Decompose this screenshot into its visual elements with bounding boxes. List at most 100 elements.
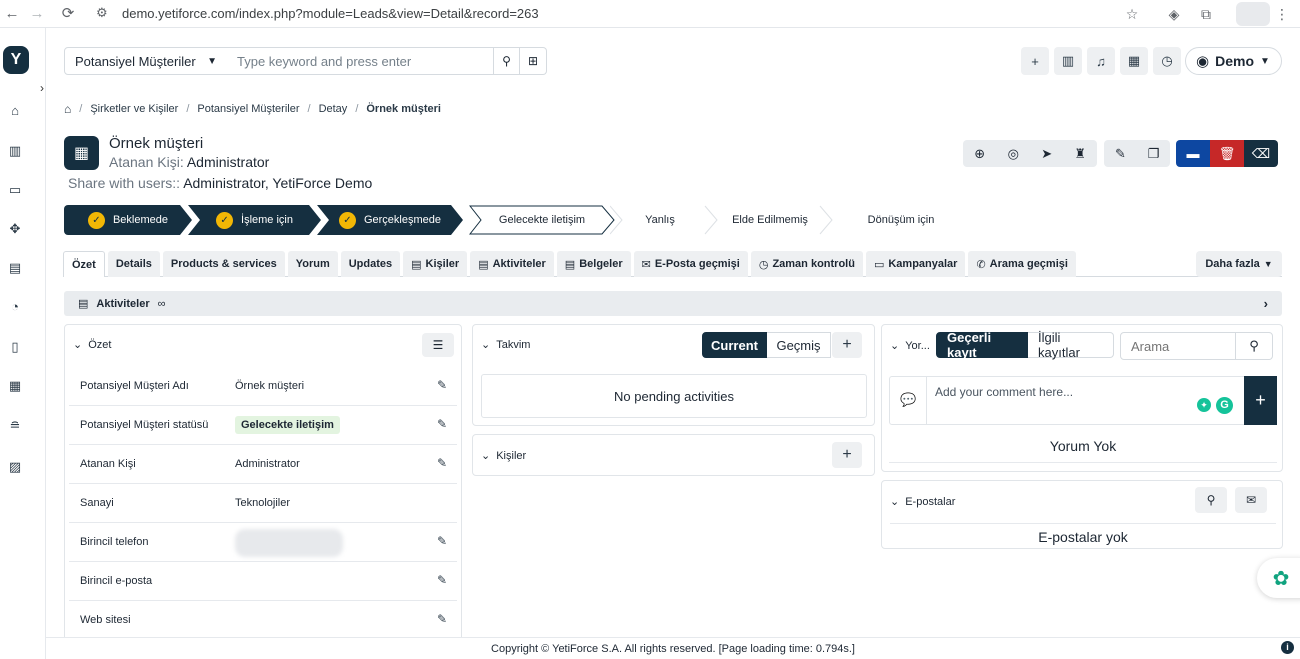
bookmark-star-icon[interactable]: ☆ (1122, 4, 1142, 24)
tab-summary[interactable]: Özet (63, 251, 105, 277)
eye-slash-icon[interactable]: ◎ (997, 140, 1031, 167)
yetiforce-logo[interactable]: Y (3, 46, 29, 74)
no-emails-message: E-postalar yok (890, 523, 1276, 549)
list-view-icon[interactable]: ☰ (422, 333, 454, 357)
duplicate-icon[interactable]: ❐ (1137, 140, 1170, 167)
tab-campaigns[interactable]: ▭ Kampanyalar (865, 251, 966, 277)
link-icon[interactable]: ∞ (158, 298, 166, 310)
site-settings-icon[interactable]: ⚙ (96, 5, 108, 21)
pipeline-stage-7[interactable]: Dönüşüm için (826, 205, 976, 235)
clipboard-icon[interactable]: ▯ (6, 338, 24, 356)
pipeline-stage-1[interactable]: ✓ Beklemede (64, 205, 192, 235)
tab-time-control[interactable]: ◷ Zaman kontrolü (750, 251, 863, 277)
edit-field-icon[interactable]: ✎ (437, 456, 447, 470)
expand-menu-chevron-icon[interactable]: › (40, 81, 44, 95)
user-menu[interactable]: ◉ Demo ▼ (1185, 47, 1282, 75)
chat-icon[interactable]: ▭ (6, 181, 24, 199)
comment-search-input[interactable] (1121, 333, 1235, 359)
edit-field-icon[interactable]: ✎ (437, 612, 447, 626)
edit-field-icon[interactable]: ✎ (437, 573, 447, 587)
edit-pencil-icon[interactable]: ✎ (1104, 140, 1137, 167)
forward-icon[interactable]: → (27, 4, 47, 24)
reload-icon[interactable]: ⟳ (58, 4, 78, 24)
tab-details[interactable]: Details (107, 251, 160, 277)
bookmarks-icon[interactable]: ▥ (1054, 47, 1082, 75)
headset-icon[interactable]: ◔ (6, 298, 24, 316)
companies-icon[interactable]: ▥ (6, 142, 24, 160)
add-contact-plus-icon[interactable]: + (832, 442, 862, 468)
pipeline-stage-3[interactable]: ✓ Gerçekleşmede (317, 205, 463, 235)
edit-field-icon[interactable]: ✎ (437, 378, 447, 392)
send-icon[interactable]: ➤ (1030, 140, 1064, 167)
home-icon[interactable]: ⌂ (6, 102, 24, 120)
quick-create-plus-icon[interactable]: + (1021, 47, 1049, 75)
past-toggle[interactable]: Geçmiş (767, 332, 831, 358)
browser-menu-icon[interactable]: ⋮ (1272, 4, 1292, 24)
edit-field-icon[interactable]: ✎ (437, 417, 447, 431)
emails-panel-header[interactable]: ⌄ E-postalar (890, 495, 955, 509)
tab-comments[interactable]: Yorum (287, 251, 338, 277)
database-icon[interactable]: ≘ (6, 417, 24, 435)
contacts-icon: ▤ (411, 258, 422, 271)
search-icon[interactable]: ⚲ (494, 47, 520, 75)
history-icon[interactable]: ◷ (1153, 47, 1181, 75)
pipeline-stage-2[interactable]: ✓ İşleme için (188, 205, 321, 235)
calendar-panel: ⌄ Takvim Current Geçmiş + No pending act… (472, 324, 875, 426)
briefcase-icon[interactable]: ▤ (6, 259, 24, 277)
bell-icon[interactable]: ♫ (1087, 47, 1115, 75)
breadcrumb-item-companies[interactable]: Şirketler ve Kişiler (90, 103, 178, 115)
more-tabs-dropdown[interactable]: Daha fazla ▼ (1196, 251, 1282, 277)
comment-input[interactable] (926, 377, 1242, 424)
ai-assistant-icon[interactable]: ✿ (1257, 558, 1300, 598)
search-input[interactable] (227, 47, 494, 75)
module-select[interactable]: Potansiyel Müşteriler ▼ (64, 47, 228, 75)
chevron-right-icon[interactable]: › (1264, 296, 1268, 311)
comments-panel-header[interactable]: ⌄ Yor... (890, 339, 930, 353)
extension-icon[interactable]: ◈ (1164, 4, 1184, 24)
tab-activities[interactable]: ▤ Aktiviteler (470, 251, 554, 277)
breadcrumb-item-leads[interactable]: Potansiyel Müşteriler (197, 103, 299, 115)
related-records-toggle[interactable]: İlgili kayıtlar (1028, 330, 1114, 360)
back-icon[interactable]: ← (2, 4, 22, 24)
advanced-search-grid-icon[interactable]: ⊞ (520, 47, 547, 75)
add-circle-icon[interactable]: ⊕ (963, 140, 997, 167)
check-icon: ✓ (339, 212, 356, 229)
activities-widget-bar[interactable]: ▤ Aktiviteler ∞ › (64, 291, 1282, 316)
documents-icon: ▤ (564, 258, 576, 271)
trash-icon[interactable]: 🗑 (1210, 140, 1244, 167)
browser-profile-avatar[interactable] (1236, 2, 1270, 26)
tab-updates[interactable]: Updates (340, 251, 401, 277)
chart-icon[interactable]: ▦ (6, 377, 24, 395)
search-icon[interactable]: ⚲ (1235, 333, 1272, 359)
grammar-assist-icon[interactable]: ✦ (1197, 398, 1211, 412)
search-icon[interactable]: ⚲ (1195, 487, 1227, 513)
add-event-plus-icon[interactable]: + (832, 332, 862, 358)
tab-call-history[interactable]: ✆ Arama geçmişi (968, 251, 1076, 277)
contacts-panel-header[interactable]: ⌄ Kişiler (481, 449, 526, 463)
current-toggle[interactable]: Current (702, 332, 767, 358)
calendar-panel-header[interactable]: ⌄ Takvim (481, 338, 530, 352)
invoice-icon[interactable]: ▨ (6, 458, 24, 476)
envelope-icon[interactable]: ✉ (1235, 487, 1267, 513)
home-icon[interactable]: ⌂ (64, 102, 71, 116)
tab-email-history[interactable]: ✉ E-Posta geçmişi (633, 251, 748, 277)
tab-products-services[interactable]: Products & services (162, 251, 285, 277)
edit-field-icon[interactable]: ✎ (437, 534, 447, 548)
convert-icon[interactable]: ♜ (1064, 140, 1098, 167)
grammarly-icon[interactable]: G (1216, 397, 1233, 414)
handshake-icon[interactable]: ✥ (6, 220, 24, 238)
calendar-icon[interactable]: ▦ (1120, 47, 1148, 75)
puzzle-icon[interactable]: ⧉ (1196, 4, 1216, 24)
summary-panel-header[interactable]: ⌄ Özet (73, 338, 111, 352)
info-icon[interactable]: i (1281, 641, 1294, 654)
current-record-toggle[interactable]: Geçerli kayıt (936, 330, 1028, 360)
pipeline-stage-4[interactable]: Gelecekte iletişim (469, 205, 615, 235)
address-bar[interactable]: demo.yetiforce.com/index.php?module=Lead… (122, 6, 539, 21)
add-comment-plus-icon[interactable]: + (1244, 376, 1277, 425)
eraser-icon[interactable]: ⌫ (1244, 140, 1278, 167)
tab-contacts[interactable]: ▤ Kişiler (403, 251, 468, 277)
archive-icon[interactable]: ▬ (1176, 140, 1210, 167)
tab-documents[interactable]: ▤ Belgeler (556, 251, 631, 277)
pipeline-stage-5[interactable]: Yanlış (616, 205, 704, 235)
pipeline-stage-6[interactable]: Elde Edilmemiş (705, 205, 835, 235)
